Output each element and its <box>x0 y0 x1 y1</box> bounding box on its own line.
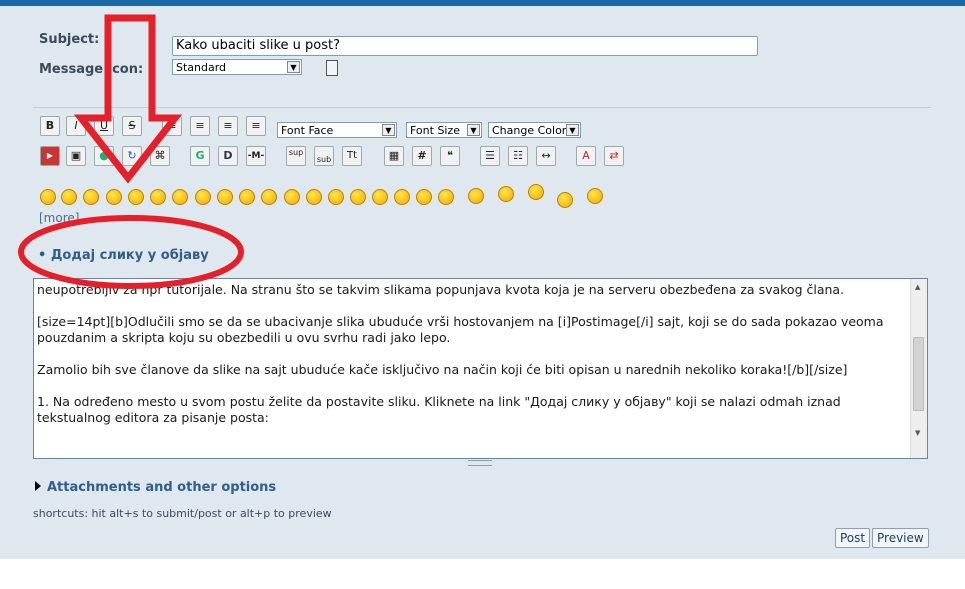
youtube-icon[interactable]: ▶ <box>40 146 60 166</box>
numbered-list-icon[interactable]: ☷ <box>508 146 528 166</box>
teletype-button[interactable]: Tt <box>342 146 362 166</box>
smiley-icon[interactable] <box>239 189 255 205</box>
chevron-down-icon: ▼ <box>382 124 395 136</box>
align-justify-icon[interactable]: ≡ <box>190 116 210 136</box>
attachments-label: Attachments and other options <box>47 480 277 495</box>
subscript-button[interactable]: sub <box>314 146 334 166</box>
triangle-right-icon <box>35 481 41 491</box>
smiley-icon[interactable] <box>438 189 454 205</box>
font-size-label: Font Size <box>410 124 461 137</box>
change-color-select[interactable]: Change Color ▼ <box>488 122 581 138</box>
scroll-up-icon[interactable]: ▲ <box>915 283 920 291</box>
horizontal-rule-icon[interactable]: ↔ <box>536 146 556 166</box>
globe-icon[interactable]: ● <box>94 146 114 166</box>
animated-smiley-icon[interactable] <box>498 186 514 202</box>
align-left-icon[interactable]: ≡ <box>162 116 182 136</box>
font-size-select[interactable]: Font Size ▼ <box>406 122 482 138</box>
image-icon[interactable]: ▣ <box>66 146 86 166</box>
smiley-icon[interactable] <box>195 189 211 205</box>
font-face-label: Font Face <box>281 124 334 137</box>
editor-line: Zamolio bih sve članove da slike na sajt… <box>37 362 848 377</box>
chevron-down-icon: ▼ <box>287 61 300 73</box>
editor-line: [size=14pt][b]Odlučili smo se da se ubac… <box>37 314 888 345</box>
smiley-icon[interactable] <box>328 189 344 205</box>
smiley-icon[interactable] <box>350 189 366 205</box>
toggle-view-icon[interactable]: ⇄ <box>604 146 624 166</box>
smiley-icon[interactable] <box>217 189 233 205</box>
message-editor[interactable]: neupotrebljiv za npr tutorijale. Na stra… <box>33 278 928 459</box>
more-smilies-link[interactable]: [more] <box>39 211 79 225</box>
chevron-down-icon: ▼ <box>467 124 480 136</box>
smiley-icon[interactable] <box>150 189 166 205</box>
smiley-icon[interactable] <box>306 189 322 205</box>
scroll-down-icon[interactable]: ▼ <box>915 429 920 437</box>
superscript-button[interactable]: sup <box>286 146 306 166</box>
attachments-toggle[interactable]: Attachments and other options <box>35 480 276 495</box>
smiley-icon[interactable] <box>83 189 99 205</box>
editor-line: neupotrebljiv za npr tutorijale. Na stra… <box>37 282 845 297</box>
chevron-down-icon: ▼ <box>566 124 579 136</box>
g-button[interactable]: G <box>190 146 210 166</box>
message-icon-preview <box>326 60 338 76</box>
smiley-icon[interactable] <box>394 189 410 205</box>
animated-smiley-icon[interactable] <box>587 188 603 204</box>
scrollbar-thumb[interactable] <box>913 337 924 411</box>
smiley-icon[interactable] <box>172 189 188 205</box>
m-button[interactable]: -M- <box>246 146 266 166</box>
smiley-icon[interactable] <box>372 189 388 205</box>
message-icon-select[interactable]: Standard ▼ <box>172 59 302 75</box>
subject-label: Subject: <box>39 32 100 47</box>
font-face-select[interactable]: Font Face ▼ <box>277 122 397 138</box>
d-button[interactable]: D <box>218 146 238 166</box>
italic-button[interactable]: I <box>66 116 86 136</box>
shortcuts-hint: shortcuts: hit alt+s to submit/post or a… <box>33 507 332 520</box>
divider <box>33 107 931 108</box>
smiley-icon[interactable] <box>261 189 277 205</box>
bold-button[interactable]: B <box>40 116 60 136</box>
smiley-icon[interactable] <box>106 189 122 205</box>
smiley-icon[interactable] <box>284 189 300 205</box>
resize-grip[interactable] <box>468 460 492 466</box>
remove-format-icon[interactable]: A <box>576 146 596 166</box>
add-image-link[interactable]: • Додај слику у објаву <box>38 248 209 263</box>
change-color-label: Change Color <box>492 124 567 137</box>
message-icon-value: Standard <box>176 61 227 74</box>
animated-smiley-icon[interactable] <box>528 184 544 200</box>
editor-scrollbar[interactable]: ▲ ▼ <box>910 279 927 458</box>
smiley-icon[interactable] <box>61 189 77 205</box>
animated-smiley-icon[interactable] <box>468 188 484 204</box>
align-center-icon[interactable]: ≡ <box>218 116 238 136</box>
message-icon-label: Message icon: <box>39 62 144 77</box>
smiley-icon[interactable] <box>416 189 432 205</box>
bullet-list-icon[interactable]: ☰ <box>480 146 500 166</box>
post-form-panel: Subject: Kako ubaciti slike u post? Mess… <box>0 6 965 559</box>
strikethrough-button[interactable]: S <box>122 116 142 136</box>
align-right-icon[interactable]: ≡ <box>246 116 266 136</box>
editor-content: neupotrebljiv za npr tutorijale. Na stra… <box>37 282 912 442</box>
underline-button[interactable]: U <box>94 116 114 136</box>
code-icon[interactable]: ⌘ <box>150 146 170 166</box>
subject-input[interactable]: Kako ubaciti slike u post? <box>172 36 758 56</box>
editor-line: 1. Na određeno mesto u svom postu želite… <box>37 394 845 425</box>
refresh-icon[interactable]: ↻ <box>122 146 142 166</box>
preview-button[interactable]: Preview <box>872 528 929 548</box>
smiley-icon[interactable] <box>128 189 144 205</box>
smiley-icon[interactable] <box>40 189 56 205</box>
table-icon[interactable]: ▦ <box>384 146 404 166</box>
post-button[interactable]: Post <box>835 528 871 548</box>
quote-icon[interactable]: ❝ <box>440 146 460 166</box>
animated-smiley-icon[interactable] <box>557 192 573 208</box>
hash-button[interactable]: # <box>412 146 432 166</box>
